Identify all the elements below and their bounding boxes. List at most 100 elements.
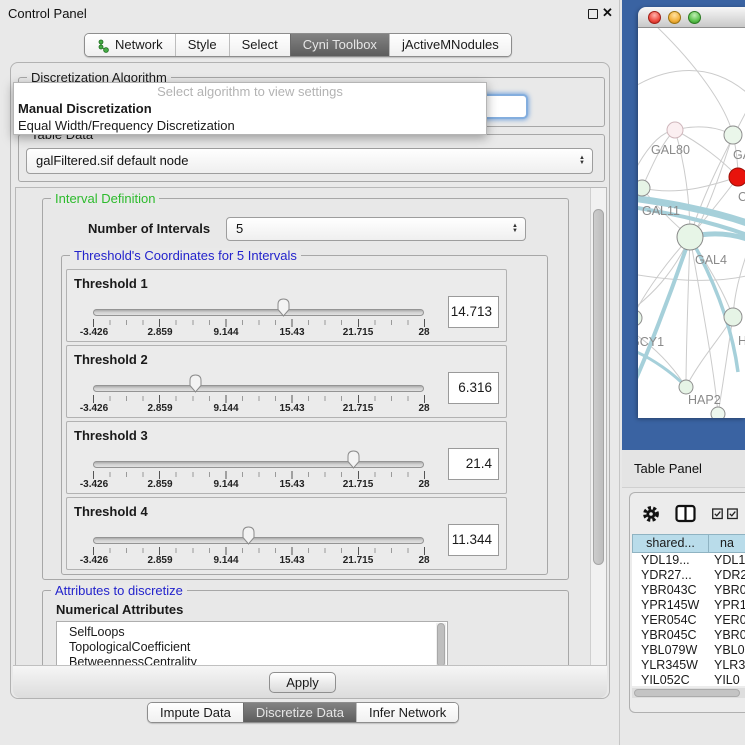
table-panel: shared... na YDL19...YDL1 YDR27...YDR2 Y… — [629, 492, 745, 713]
node-label: GA — [733, 148, 745, 162]
tab-impute-data[interactable]: Impute Data — [148, 703, 243, 722]
network-icon — [97, 38, 110, 53]
tab-cyni-toolbox[interactable]: Cyni Toolbox — [290, 34, 389, 56]
table-row[interactable]: YIL052CYIL0 — [632, 673, 745, 686]
threshold-4-value-field[interactable]: 11.344 — [448, 524, 499, 556]
number-of-intervals-value: 5 — [236, 221, 243, 236]
slider-ticks — [93, 547, 425, 555]
threshold-1-slider-thumb[interactable] — [276, 298, 291, 317]
threshold-3-slider-thumb[interactable] — [346, 450, 361, 469]
network-view-window: GAL80 GA C GAL11 GAL4 GCY1 H HAP2 — [638, 7, 745, 418]
tab-jactivemnodules[interactable]: jActiveMNodules — [389, 34, 511, 56]
settings-viewport: Interval Definition Number of Intervals … — [15, 187, 607, 666]
list-item[interactable]: TopologicalCoefficient — [57, 640, 447, 655]
tick-label: 28 — [418, 403, 429, 414]
close-icon[interactable]: ✕ — [602, 5, 613, 21]
table-horizontal-scrollbar[interactable] — [632, 688, 745, 698]
tick-label: 21.715 — [343, 403, 374, 414]
network-desktop: GAL80 GA C GAL11 GAL4 GCY1 H HAP2 — [622, 0, 745, 450]
numerical-attributes-label: Numerical Attributes — [56, 602, 183, 617]
slider-ticks — [93, 395, 425, 403]
dropdown-option-equal-width-frequency[interactable]: Equal Width/Frequency Discretization — [14, 117, 486, 134]
float-window-icon[interactable] — [588, 9, 598, 19]
tick-label: 28 — [418, 555, 429, 566]
node-label: C — [738, 190, 745, 204]
tick-label: 15.43 — [279, 555, 304, 566]
minimize-traffic-light[interactable] — [668, 11, 681, 24]
table-row[interactable]: YPR145WYPR1 — [632, 598, 745, 613]
column-header-name[interactable]: na — [709, 534, 745, 553]
combo-stepper-icon: ▲▼ — [579, 156, 585, 166]
settings-scrollbar-track[interactable] — [590, 188, 606, 665]
node-gal4[interactable] — [677, 224, 703, 250]
dropdown-placeholder-option[interactable]: Select algorithm to view settings — [14, 83, 486, 100]
column-header-shared-name[interactable]: shared... — [632, 534, 709, 553]
tick-label: 15.43 — [279, 479, 304, 490]
list-scrollbar[interactable] — [436, 623, 446, 666]
table-row[interactable]: YER054CYER0 — [632, 613, 745, 628]
settings-scrollbar-thumb[interactable] — [593, 209, 604, 565]
table-row[interactable]: YDR27...YDR2 — [632, 568, 745, 583]
split-columns-icon[interactable] — [675, 504, 696, 523]
numerical-attributes-list[interactable]: SelfLoops TopologicalCoefficient Between… — [56, 621, 448, 666]
tick-label: 2.859 — [147, 555, 172, 566]
node-label: GAL80 — [651, 143, 690, 157]
checkboxes-icon[interactable] — [712, 508, 740, 520]
node-selected-red[interactable] — [729, 168, 745, 186]
node[interactable] — [711, 407, 725, 418]
tab-network[interactable]: Network — [85, 34, 175, 56]
tab-select[interactable]: Select — [229, 34, 290, 56]
close-traffic-light[interactable] — [648, 11, 661, 24]
threshold-4-box: Threshold 4 -3.426 2.859 9.144 15.43 21.… — [66, 497, 507, 570]
number-of-intervals-combobox[interactable]: 5 ▲▼ — [226, 217, 526, 241]
tick-label: 2.859 — [147, 403, 172, 414]
table-row[interactable]: YBR045CYBR0 — [632, 628, 745, 643]
node-hap2[interactable] — [679, 380, 693, 394]
list-item[interactable]: SelfLoops — [57, 625, 447, 640]
node-gal11[interactable] — [638, 180, 650, 196]
threshold-4-slider-thumb[interactable] — [241, 526, 256, 545]
table-data-combobox[interactable]: galFiltered.sif default node ▲▼ — [26, 148, 593, 174]
tab-style[interactable]: Style — [175, 34, 229, 56]
tick-label: -3.426 — [80, 479, 108, 490]
threshold-1-value-field[interactable]: 14.713 — [448, 296, 499, 328]
threshold-2-slider-track[interactable] — [93, 385, 424, 392]
node-gal80[interactable] — [667, 122, 683, 138]
dropdown-option-manual-discretization[interactable]: Manual Discretization — [14, 100, 486, 117]
cyni-panel: Discretization Algorithm Table Data galF… — [10, 62, 610, 699]
table-row[interactable]: YBR043CYBR0 — [632, 583, 745, 598]
threshold-2-value-field[interactable]: 6.316 — [448, 372, 499, 404]
threshold-1-label: Threshold 1 — [74, 276, 148, 291]
apply-button[interactable]: Apply — [269, 672, 336, 693]
gear-icon[interactable] — [641, 504, 661, 524]
table-row[interactable]: YLR345WYLR3 — [632, 658, 745, 673]
tab-infer-network[interactable]: Infer Network — [356, 703, 458, 722]
panel-title: Control Panel — [8, 6, 87, 21]
threshold-2-label: Threshold 2 — [74, 352, 148, 367]
tab-discretize-data[interactable]: Discretize Data — [243, 703, 356, 722]
combo-stepper-icon: ▲▼ — [512, 224, 518, 234]
threshold-3-slider-track[interactable] — [93, 461, 424, 468]
network-canvas[interactable]: GAL80 GA C GAL11 GAL4 GCY1 H HAP2 — [638, 28, 745, 418]
node-label: HAP2 — [688, 393, 721, 407]
threshold-2-slider-thumb[interactable] — [188, 374, 203, 393]
table-row[interactable]: YDL19...YDL1 — [632, 553, 745, 568]
threshold-3-value-field[interactable]: 21.4 — [448, 448, 499, 480]
table-header: shared... na — [632, 534, 745, 553]
slider-ticks — [93, 319, 425, 327]
threshold-1-slider-track[interactable] — [93, 309, 424, 316]
node-label: GAL4 — [695, 253, 727, 267]
node-gcy1[interactable] — [638, 310, 642, 326]
table-data-selected: galFiltered.sif default node — [36, 153, 188, 168]
threshold-4-slider-track[interactable] — [93, 537, 424, 544]
node[interactable] — [724, 308, 742, 326]
zoom-traffic-light[interactable] — [688, 11, 701, 24]
network-window-titlebar[interactable] — [638, 7, 745, 28]
bottom-tab-bar: Impute Data Discretize Data Infer Networ… — [147, 702, 459, 723]
table-row[interactable]: YBL079WYBL0 — [632, 643, 745, 658]
node[interactable] — [724, 126, 742, 144]
apply-bar: Apply — [13, 665, 607, 698]
tick-label: -3.426 — [80, 327, 108, 338]
network-nodes — [638, 122, 745, 418]
tick-label: 21.715 — [343, 555, 374, 566]
